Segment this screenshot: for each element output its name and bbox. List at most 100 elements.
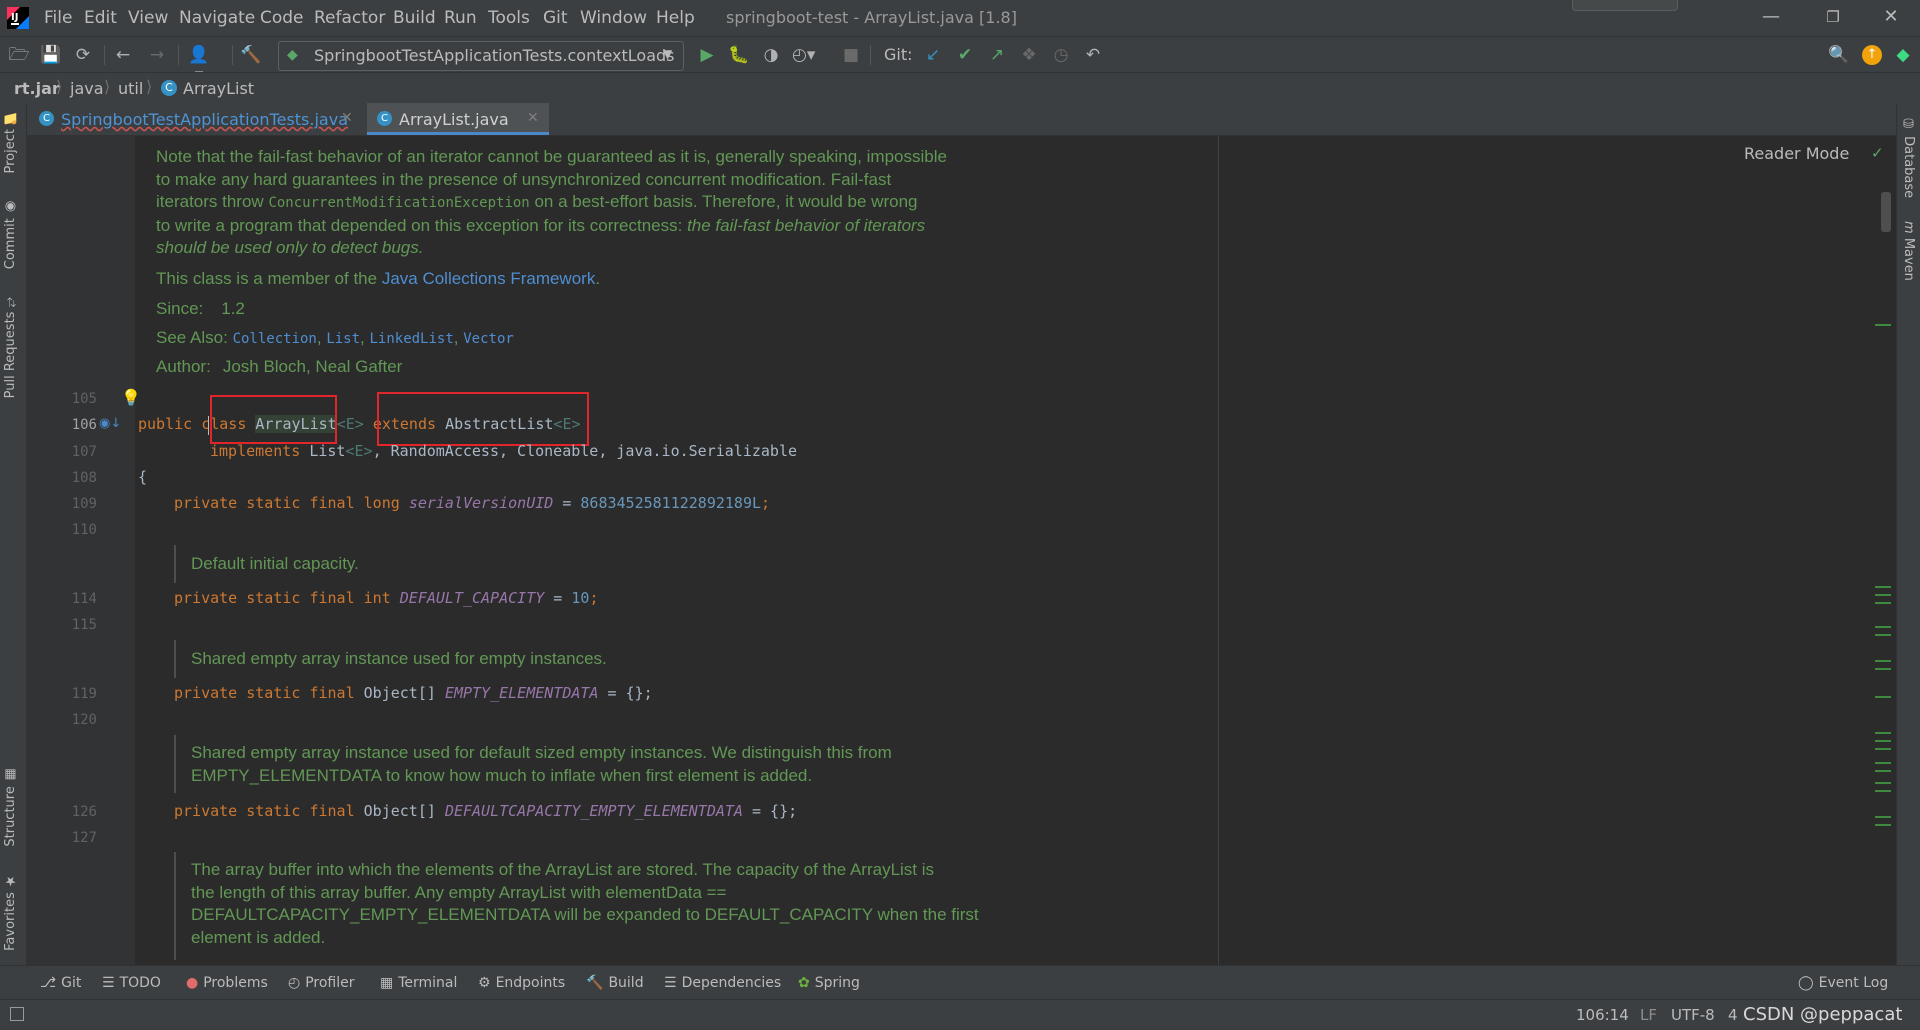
tab-springboot-test[interactable]: C SpringbootTestApplicationTests.java ✕ <box>27 103 365 135</box>
sync-icon[interactable]: ⟳ <box>72 45 94 65</box>
menu-view[interactable]: View <box>128 8 168 28</box>
debug-icon[interactable]: 🐛 <box>728 45 750 65</box>
stop-icon[interactable]: ■ <box>840 45 862 65</box>
save-icon[interactable]: 💾 <box>40 45 62 65</box>
change-marker[interactable] <box>1875 790 1891 792</box>
change-marker[interactable] <box>1875 594 1891 596</box>
user-dropdown-icon[interactable]: 👤▾ <box>188 45 210 85</box>
breadcrumb-java[interactable]: java <box>70 79 104 98</box>
git-rollback-icon[interactable]: ↶ <box>1082 45 1104 65</box>
menu-file[interactable]: File <box>44 8 72 28</box>
line-separator[interactable]: LF <box>1640 1006 1657 1024</box>
doc-link[interactable]: Vector <box>463 331 514 347</box>
memory-indicator[interactable] <box>1572 0 1678 11</box>
change-marker[interactable] <box>1875 748 1891 750</box>
terminal-tool-button[interactable]: ▦ Terminal <box>380 975 457 991</box>
doc-link[interactable]: List <box>326 331 360 347</box>
minimize-icon[interactable]: — <box>1756 6 1786 27</box>
caret-position[interactable]: 106:14 <box>1576 1006 1629 1024</box>
change-marker[interactable] <box>1875 668 1891 670</box>
code-editor[interactable]: Note that the fail-fast behavior of an i… <box>121 136 1896 965</box>
menu-navigate[interactable]: Navigate <box>179 8 255 28</box>
change-marker[interactable] <box>1875 626 1891 628</box>
profile-icon[interactable]: ◴▾ <box>792 45 815 65</box>
change-marker[interactable] <box>1875 762 1891 764</box>
breadcrumb-arraylist[interactable]: ArrayList <box>183 79 254 98</box>
build-hammer-icon[interactable]: 🔨 <box>240 45 262 65</box>
git-history-icon[interactable]: ◷ <box>1050 45 1072 65</box>
change-marker[interactable] <box>1875 824 1891 826</box>
event-log-button[interactable]: ◯ Event Log <box>1798 975 1888 991</box>
spring-tool-button[interactable]: ✿ Spring <box>798 975 860 991</box>
terminal-icon: ▦ <box>380 975 394 991</box>
update-icon[interactable]: ↑ <box>1862 45 1882 65</box>
git-update-icon[interactable]: ↙ <box>922 45 944 65</box>
run-configuration-selector[interactable]: ◆ SpringbootTestApplicationTests.context… <box>278 41 684 71</box>
menu-window[interactable]: Window <box>580 8 647 28</box>
menu-tools[interactable]: Tools <box>488 8 530 28</box>
restore-icon[interactable]: ❐ <box>1818 8 1848 26</box>
doc-link[interactable]: LinkedList <box>369 331 453 347</box>
git-tool-button[interactable]: ⎇ Git <box>40 975 81 991</box>
search-icon[interactable]: 🔍 <box>1828 45 1850 65</box>
menu-code[interactable]: Code <box>260 8 304 28</box>
indent-setting[interactable]: 4 <box>1728 1006 1738 1024</box>
scrollbar-thumb[interactable] <box>1881 192 1891 232</box>
profiler-tool-button[interactable]: ◴ Profiler <box>288 975 355 991</box>
reader-mode-toggle[interactable]: Reader Mode <box>1744 144 1849 163</box>
toggle-tool-windows-icon[interactable] <box>10 1007 24 1021</box>
change-marker[interactable] <box>1875 602 1891 604</box>
run-icon[interactable]: ▶ <box>696 45 718 65</box>
doc-link[interactable]: Collection <box>233 331 317 347</box>
menu-help[interactable]: Help <box>656 8 695 28</box>
change-marker[interactable] <box>1875 732 1891 734</box>
lightbulb-icon[interactable]: 💡 <box>121 388 141 407</box>
dependencies-tool-button[interactable]: ☰ Dependencies <box>664 975 781 991</box>
change-marker[interactable] <box>1875 586 1891 588</box>
endpoints-icon: ⚙ <box>478 975 491 991</box>
menu-build[interactable]: Build <box>393 8 436 28</box>
maven-tool-tab[interactable]: m Maven <box>1901 221 1916 281</box>
endpoints-tool-button[interactable]: ⚙ Endpoints <box>478 975 565 991</box>
menu-git[interactable]: Git <box>543 8 568 28</box>
git-push-icon[interactable]: ↗ <box>986 45 1008 65</box>
structure-tool-tab[interactable]: Structure ▦ <box>3 767 18 847</box>
right-margin-guide <box>1218 136 1219 965</box>
commit-tool-tab[interactable]: Commit ◉ <box>3 199 18 269</box>
change-marker[interactable] <box>1875 324 1891 326</box>
build-tool-button[interactable]: 🔨 Build <box>586 975 644 991</box>
back-icon[interactable]: ← <box>112 45 134 65</box>
doc-link[interactable]: Java Collections Framework <box>382 269 596 288</box>
breadcrumb-rt-jar[interactable]: rt.jar <box>14 79 60 98</box>
tab-arraylist[interactable]: C ArrayList.java ✕ <box>367 103 549 135</box>
todo-tool-button[interactable]: ☰ TODO <box>102 975 161 991</box>
change-marker[interactable] <box>1875 816 1891 818</box>
menu-edit[interactable]: Edit <box>84 8 117 28</box>
project-tool-tab[interactable]: Project 📁 <box>3 109 18 174</box>
menu-refactor[interactable]: Refactor <box>314 8 385 28</box>
file-encoding[interactable]: UTF-8 <box>1671 1006 1715 1024</box>
favorites-tool-tab[interactable]: Favorites ★ <box>3 873 18 951</box>
change-marker[interactable] <box>1875 696 1891 698</box>
close-tab-icon[interactable]: ✕ <box>341 110 353 126</box>
change-marker[interactable] <box>1875 782 1891 784</box>
change-marker[interactable] <box>1875 740 1891 742</box>
problems-tool-button[interactable]: ● Problems <box>186 975 268 991</box>
breadcrumb-util[interactable]: util <box>118 79 143 98</box>
run-config-label: SpringbootTestApplicationTests.contextLo… <box>314 46 675 65</box>
forward-icon[interactable]: → <box>146 45 168 65</box>
git-commit-icon[interactable]: ✔ <box>954 45 976 65</box>
close-tab-icon[interactable]: ✕ <box>527 110 539 126</box>
menu-run[interactable]: Run <box>444 8 477 28</box>
change-marker[interactable] <box>1875 660 1891 662</box>
change-marker[interactable] <box>1875 634 1891 636</box>
open-folder-icon[interactable]: 🗁 <box>8 45 30 65</box>
pull-requests-tool-tab[interactable]: Pull Requests ⥂ <box>3 297 18 398</box>
change-marker[interactable] <box>1875 770 1891 772</box>
close-icon[interactable]: ✕ <box>1876 6 1906 27</box>
git-merge-icon[interactable]: ❖ <box>1018 45 1040 65</box>
database-tool-tab[interactable]: ⛁ Database <box>1901 117 1916 198</box>
plugin-icon[interactable]: ◆ <box>1892 45 1914 65</box>
coverage-icon[interactable]: ◑ <box>760 45 782 65</box>
implemented-by-icon[interactable]: ◉↓ <box>99 416 121 431</box>
